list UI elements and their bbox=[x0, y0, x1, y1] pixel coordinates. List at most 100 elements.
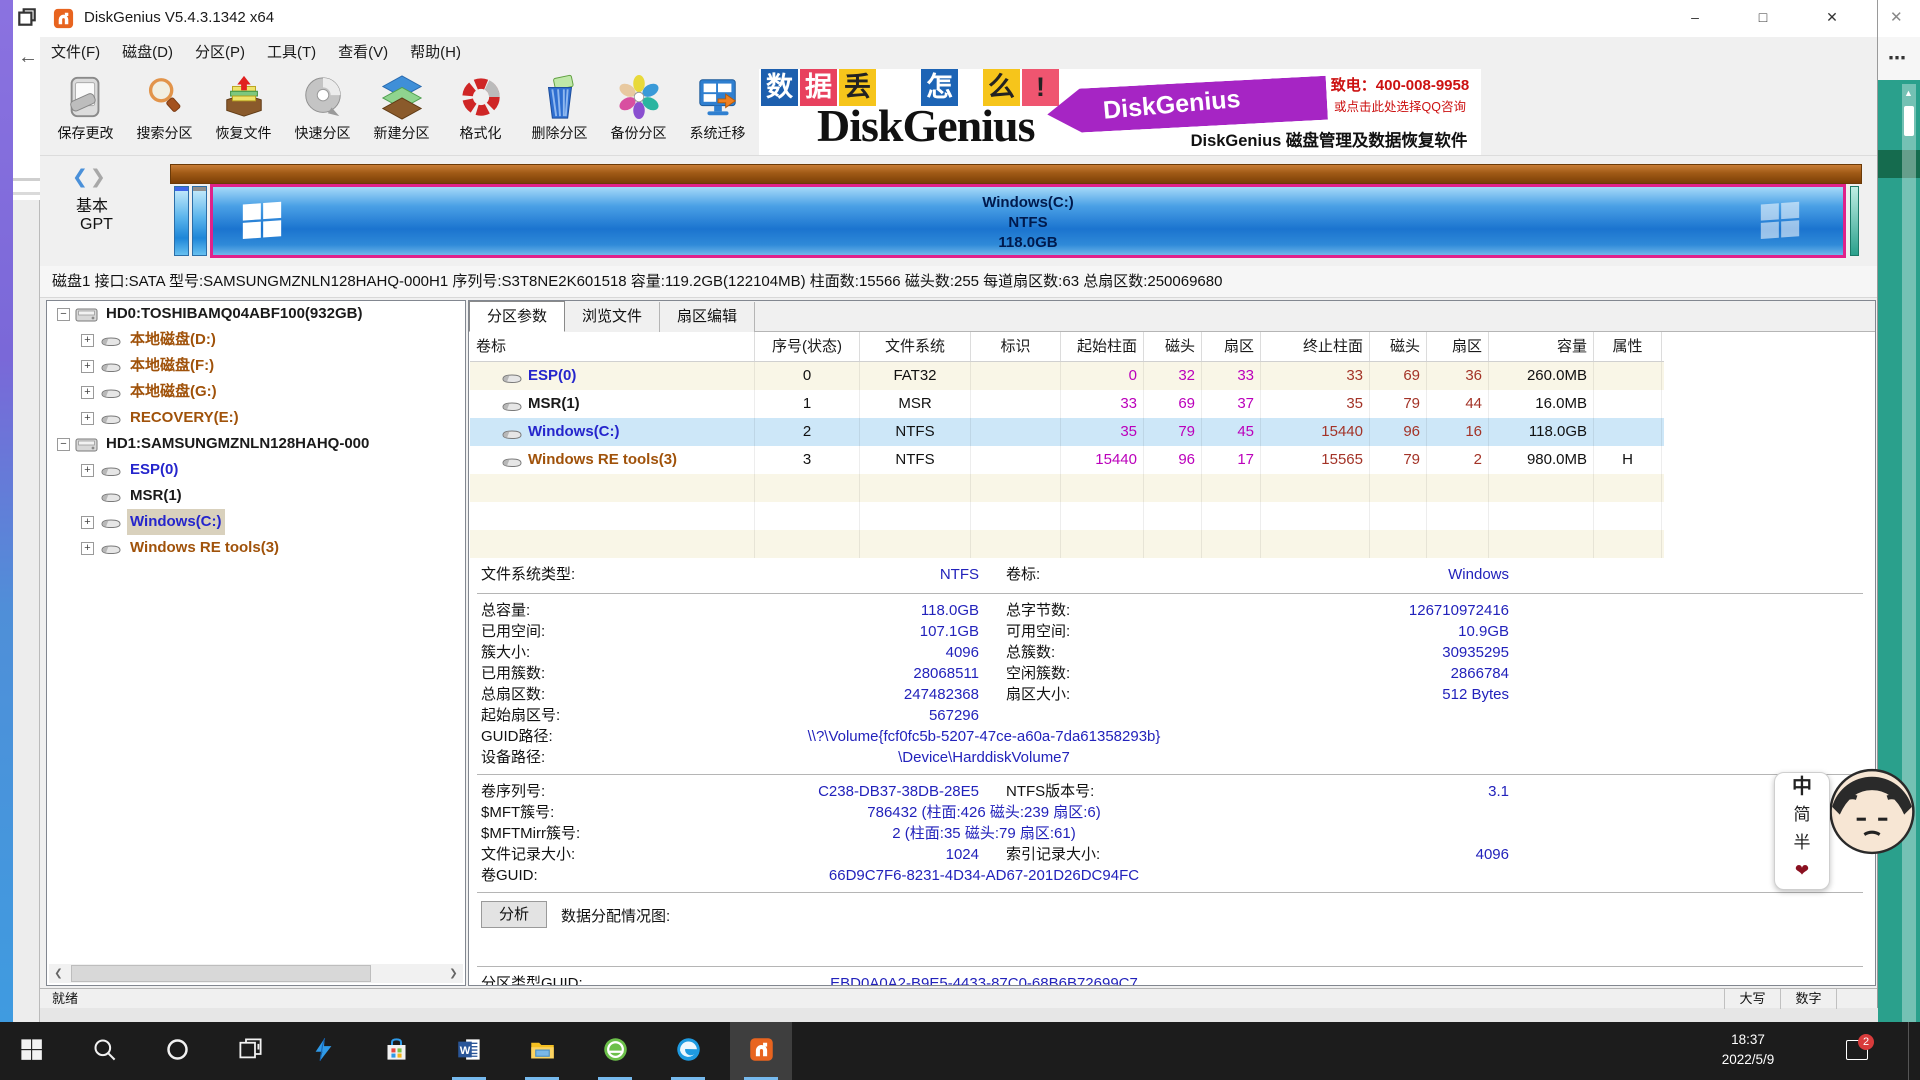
maximize-button[interactable]: □ bbox=[1740, 0, 1786, 34]
ime-panel-item-0[interactable]: 中 bbox=[1775, 773, 1829, 801]
banner-qq-link[interactable]: 或点击此处选择QQ咨询 bbox=[1321, 96, 1479, 115]
detail-label: 设备路径: bbox=[481, 747, 545, 768]
toolbar-save-button[interactable]: 保存更改 bbox=[46, 72, 125, 152]
taskbar-search-taskbar-button[interactable] bbox=[73, 1022, 135, 1080]
close-button[interactable]: ✕ bbox=[1809, 0, 1855, 34]
menu-item-1[interactable]: 磁盘(D) bbox=[111, 37, 184, 68]
horizontal-scrollbar[interactable]: ❮ ❯ bbox=[49, 964, 463, 983]
scrollbar[interactable]: ▲ bbox=[1902, 84, 1916, 1022]
taskbar-start-button[interactable] bbox=[0, 1022, 62, 1080]
table-row-0[interactable]: ESP(0)0FAT3203233336936260.0MB bbox=[470, 362, 1664, 390]
taskbar-diskgenius-button[interactable] bbox=[730, 1022, 792, 1080]
scroll-left-icon[interactable]: ❮ bbox=[49, 964, 68, 983]
ime-panel-item-3[interactable]: ❤ bbox=[1775, 857, 1829, 885]
detail-value: 2 (柱面:35 磁头:79 扇区:61) bbox=[599, 823, 1369, 844]
expand-plus-icon[interactable]: + bbox=[81, 360, 94, 373]
scroll-right-icon[interactable]: ❯ bbox=[444, 964, 463, 983]
tree-item-8[interactable]: +Windows(C:) bbox=[47, 509, 465, 535]
ime-floating-panel[interactable]: 中简半❤ bbox=[1774, 772, 1830, 890]
taskbar-thunder-button[interactable] bbox=[292, 1022, 354, 1080]
taskbar-word-button[interactable]: W bbox=[438, 1022, 500, 1080]
tree-item-label: MSR(1) bbox=[127, 483, 185, 509]
partition-block-esp[interactable] bbox=[174, 186, 189, 256]
scroll-up-icon[interactable]: ▲ bbox=[1904, 88, 1913, 98]
taskbar-ie-button[interactable] bbox=[584, 1022, 646, 1080]
notification-center-icon[interactable]: 2 bbox=[1846, 1038, 1872, 1064]
menu-item-4[interactable]: 查看(V) bbox=[327, 37, 399, 68]
expand-plus-icon[interactable]: + bbox=[81, 542, 94, 555]
prev-disk-icon[interactable]: ❮ bbox=[72, 167, 90, 188]
taskbar-edge-button[interactable] bbox=[657, 1022, 719, 1080]
partition-block-msr[interactable] bbox=[192, 186, 207, 256]
taskbar-task-view-button[interactable] bbox=[219, 1022, 281, 1080]
tree-item-2[interactable]: +本地磁盘(F:) bbox=[47, 353, 465, 379]
desktop-wallpaper-strip bbox=[0, 0, 13, 1022]
table-cell: 37 bbox=[1202, 390, 1261, 418]
close-icon[interactable]: ✕ bbox=[1890, 8, 1903, 26]
taskbar-clock[interactable]: 18:37 2022/5/9 bbox=[1706, 1030, 1790, 1070]
toolbar-backup-partition-button[interactable]: 备份分区 bbox=[599, 72, 678, 152]
partition-block-windows-c[interactable]: Windows(C:) NTFS 118.0GB bbox=[210, 184, 1846, 258]
ime-panel-item-2[interactable]: 半 bbox=[1775, 829, 1829, 857]
detail-value: 126710972416 bbox=[1169, 600, 1509, 621]
tree-item-5[interactable]: −HD1:SAMSUNGMZNLN128HAHQ-000 bbox=[47, 431, 465, 457]
toolbar-delete-partition-button[interactable]: 删除分区 bbox=[520, 72, 599, 152]
expand-plus-icon[interactable]: + bbox=[81, 412, 94, 425]
allocation-map-label: 数据分配情况图: bbox=[561, 905, 670, 926]
tab-1[interactable]: 浏览文件 bbox=[565, 302, 660, 333]
detail-label: NTFS版本号: bbox=[1006, 781, 1094, 802]
menu-item-0[interactable]: 文件(F) bbox=[40, 37, 111, 68]
taskbar-cortana-button[interactable] bbox=[146, 1022, 208, 1080]
toolbar-format-button[interactable]: 格式化 bbox=[441, 72, 520, 152]
partition-block-free[interactable] bbox=[1850, 186, 1859, 256]
tree-item-7[interactable]: MSR(1) bbox=[47, 483, 465, 509]
tree-item-3[interactable]: +本地磁盘(G:) bbox=[47, 379, 465, 405]
menu-item-2[interactable]: 分区(P) bbox=[184, 37, 256, 68]
detail-label: 卷序列号: bbox=[481, 781, 545, 802]
collapse-minus-icon[interactable]: − bbox=[57, 308, 70, 321]
menu-item-5[interactable]: 帮助(H) bbox=[399, 37, 472, 68]
toolbar-quick-partition-button[interactable]: 快速分区 bbox=[283, 72, 362, 152]
file-explorer-icon bbox=[529, 1036, 556, 1067]
tree-item-6[interactable]: +ESP(0) bbox=[47, 457, 465, 483]
table-cell: 69 bbox=[1144, 390, 1202, 418]
expand-plus-icon[interactable]: + bbox=[81, 464, 94, 477]
more-icon[interactable]: ⋯ bbox=[1888, 48, 1906, 69]
tree-item-9[interactable]: +Windows RE tools(3) bbox=[47, 535, 465, 561]
taskbar-file-explorer-button[interactable] bbox=[511, 1022, 573, 1080]
expand-plus-icon[interactable]: + bbox=[81, 334, 94, 347]
back-arrow-icon[interactable]: ← bbox=[18, 46, 38, 69]
window-restore-icon[interactable] bbox=[16, 6, 38, 28]
toolbar-search-button[interactable]: 搜索分区 bbox=[125, 72, 204, 152]
save-icon bbox=[63, 74, 109, 120]
table-cell bbox=[1594, 530, 1662, 558]
ad-banner[interactable]: 数据丢怎么! DiskGenius DiskGenius 致电：400-008-… bbox=[759, 69, 1481, 155]
ime-panel-item-1[interactable]: 简 bbox=[1775, 801, 1829, 829]
tree-item-4[interactable]: +RECOVERY(E:) bbox=[47, 405, 465, 431]
scrollbar-thumb[interactable] bbox=[1904, 106, 1914, 136]
toolbar-system-migrate-button[interactable]: 系统迁移 bbox=[678, 72, 757, 152]
minimize-button[interactable]: – bbox=[1672, 0, 1718, 34]
table-row-2[interactable]: Windows(C:)2NTFS357945154409616118.0GB bbox=[470, 418, 1664, 446]
table-cell: 16.0MB bbox=[1489, 390, 1594, 418]
menu-item-3[interactable]: 工具(T) bbox=[256, 37, 327, 68]
tree-item-1[interactable]: +本地磁盘(D:) bbox=[47, 327, 465, 353]
disk-nav-arrows[interactable]: ❮❯ bbox=[72, 166, 108, 189]
table-cell bbox=[1489, 474, 1594, 502]
analyze-button[interactable]: 分析 bbox=[481, 901, 547, 928]
table-row-3[interactable]: Windows RE tools(3)3NTFS1544096171556579… bbox=[470, 446, 1664, 474]
taskbar-store-button[interactable] bbox=[365, 1022, 427, 1080]
partition-name: Windows(C:) bbox=[213, 193, 1843, 213]
toolbar-recover-files-button[interactable]: 恢复文件 bbox=[204, 72, 283, 152]
tab-0[interactable]: 分区参数 bbox=[469, 301, 565, 332]
expand-plus-icon[interactable]: + bbox=[81, 516, 94, 529]
toolbar-new-partition-button[interactable]: 新建分区 bbox=[362, 72, 441, 152]
scrollbar-thumb[interactable] bbox=[71, 965, 371, 982]
tab-2[interactable]: 扇区编辑 bbox=[660, 302, 755, 333]
next-disk-icon[interactable]: ❯ bbox=[90, 167, 108, 188]
collapse-minus-icon[interactable]: − bbox=[57, 438, 70, 451]
table-row-1[interactable]: MSR(1)1MSR33693735794416.0MB bbox=[470, 390, 1664, 418]
show-desktop-button[interactable] bbox=[1908, 1022, 1920, 1080]
tree-item-0[interactable]: −HD0:TOSHIBAMQ04ABF100(932GB) bbox=[47, 301, 465, 327]
expand-plus-icon[interactable]: + bbox=[81, 386, 94, 399]
